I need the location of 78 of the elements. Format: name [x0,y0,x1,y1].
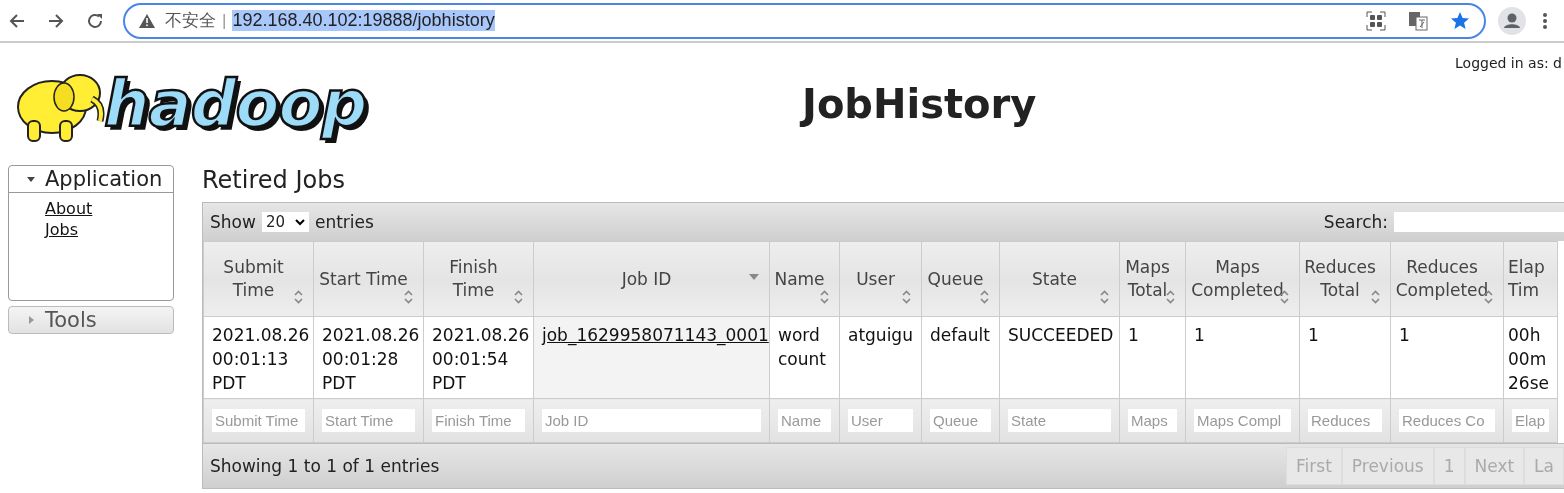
column-header[interactable]: Maps Total [1119,241,1186,317]
sort-icon [980,290,989,304]
filter-field[interactable]: Maps Compl [1194,409,1291,432]
column-header[interactable]: Queue [921,241,1000,317]
search-field[interactable] [1394,212,1564,232]
table-cell: 2021.08.26 00:01:13 PDT [203,316,314,399]
section-heading: Retired Jobs [202,165,346,195]
sort-icon [514,290,523,304]
security-label: 不安全 [165,10,216,32]
table-cell: 1 [1185,316,1300,399]
filter-field[interactable]: State [1008,409,1111,432]
sort-desc-icon [749,274,759,280]
table-cell: 1 [1390,316,1504,399]
table-cell: 00h 00m 26se [1503,316,1558,399]
column-header[interactable]: Finish Time [423,241,534,317]
table-cell: 1 [1119,316,1186,399]
filter-field[interactable]: Start Time [322,409,415,432]
address-bar[interactable]: 不安全 | 192.168.40.102:19888/jobhistory [123,2,1486,39]
table-cell: 2021.08.26 00:01:54 PDT [423,316,534,399]
filter-field[interactable]: Maps [1128,409,1177,432]
sort-icon [294,290,303,304]
filter-field[interactable]: Name [778,409,831,432]
column-header[interactable]: Start Time [313,241,424,317]
filter-field[interactable]: Elap [1512,409,1549,432]
filter-field[interactable]: Reduces Co [1399,409,1495,432]
table-cell: 1 [1299,316,1391,399]
chevron-icon [294,218,305,226]
separator: | [222,10,227,31]
caret-icon [26,315,36,325]
sidebar-section[interactable]: Tools [9,307,173,333]
show-label: Show [210,212,256,232]
search-label: Search: [1323,212,1388,232]
filter-field[interactable]: Submit Time [212,409,305,432]
filter-field[interactable]: Job ID [542,409,761,432]
filter-field[interactable]: User [848,409,913,432]
column-header[interactable]: User [839,241,922,317]
sidebar-link[interactable]: About [45,198,93,219]
login-text: Logged in as: d [1455,55,1562,71]
sidebar-link[interactable]: Jobs [45,219,78,240]
warning-icon [139,13,155,28]
sort-icon [1166,290,1175,304]
star-icon[interactable] [1450,10,1470,31]
column-header[interactable]: Name [769,241,840,317]
caret-icon [26,174,36,184]
reload-icon[interactable] [86,11,104,30]
forward-icon[interactable] [47,11,65,30]
filter-field[interactable]: Queue [930,409,991,432]
column-header[interactable]: State [999,241,1120,317]
table-cell: default [921,316,1000,399]
table-cell: SUCCEEDED [999,316,1120,399]
column-header[interactable]: Maps Completed [1185,241,1300,317]
sidebar-section[interactable]: Application [9,166,173,193]
column-header[interactable]: Elap Tim [1503,241,1558,317]
job-link[interactable]: job_1629958071143_0001 [542,325,769,345]
column-header[interactable]: Job ID [533,241,770,317]
filter-field[interactable]: Reduces [1308,409,1382,432]
back-icon[interactable] [8,11,26,30]
filter-field[interactable]: Finish Time [432,409,525,432]
sort-icon [404,290,413,304]
sort-icon [820,290,829,304]
sort-icon [1100,290,1109,304]
translate-icon[interactable] [1408,10,1428,31]
table-cell: 2021.08.26 00:01:28 PDT [313,316,424,399]
table-cell: word count [769,316,840,399]
table-cell: atguigu [839,316,922,399]
sort-icon [1371,290,1380,304]
url-text: 192.168.40.102:19888/jobhistory [232,10,495,31]
menu-icon[interactable] [1542,11,1548,30]
info-text: Showing 1 to 1 of 1 entries [210,456,440,476]
logo-text: hadoop [104,67,367,141]
column-header[interactable]: Submit Time [203,241,314,317]
sort-icon [902,290,911,304]
entries-label: entries [314,212,374,232]
column-header[interactable]: Reduces Total [1299,241,1391,317]
page-size-select[interactable]: 20 [261,212,309,232]
grid-icon[interactable] [1366,10,1386,31]
column-header[interactable]: Reduces Completed [1390,241,1504,317]
profile-icon[interactable] [1498,6,1526,35]
